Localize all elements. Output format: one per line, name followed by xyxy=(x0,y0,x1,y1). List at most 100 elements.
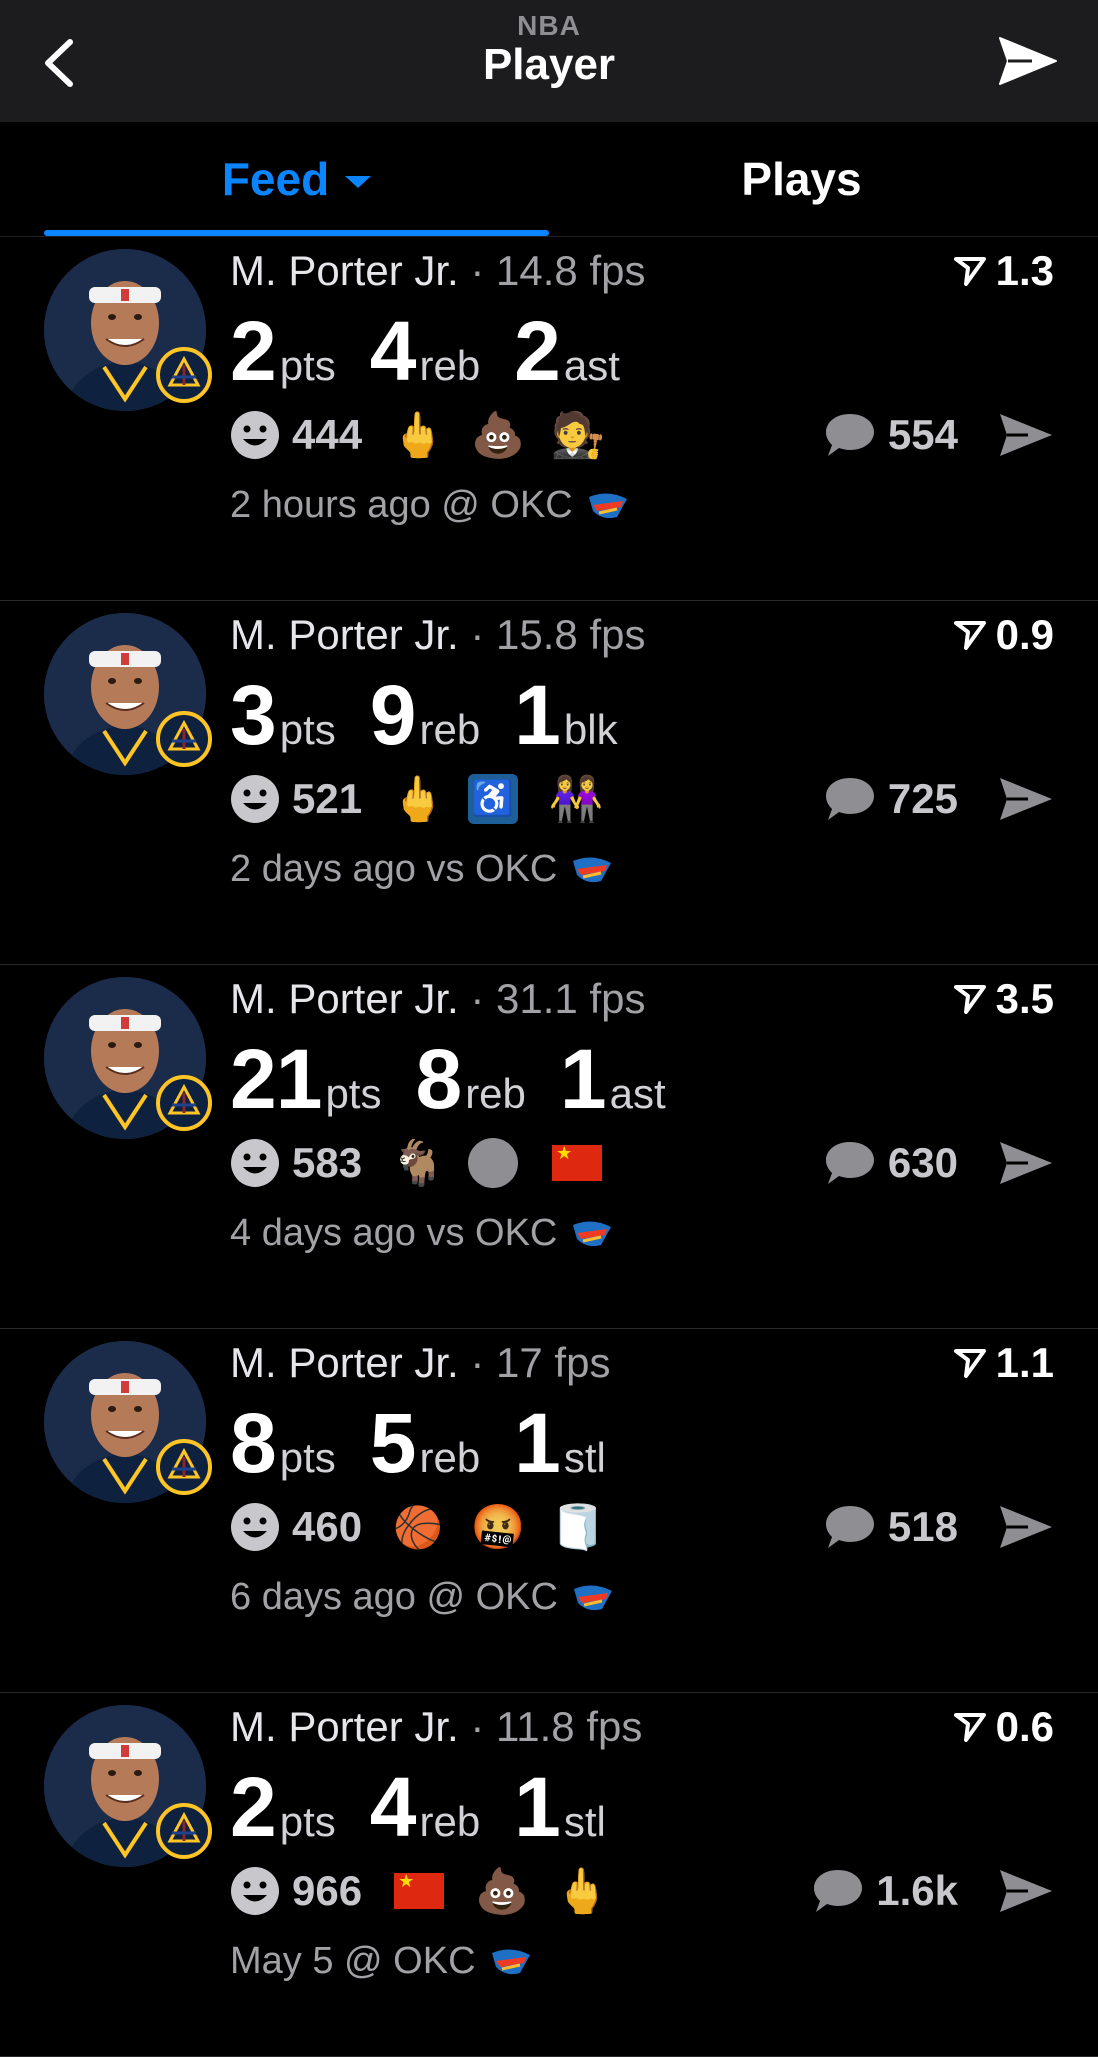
share-send-icon[interactable] xyxy=(998,1502,1054,1552)
basketball-hoop-icon[interactable]: 🏀 xyxy=(388,1504,448,1551)
smiley-reaction-icon[interactable] xyxy=(230,774,280,824)
china-flag-icon[interactable] xyxy=(552,1143,603,1181)
active-tab-indicator xyxy=(44,230,549,236)
feed-post[interactable]: M. Porter Jr. · 31.1 fps 3.5 21 pts 8 reb 1 a… xyxy=(0,965,1098,1329)
feed-post[interactable]: M. Porter Jr. · 17 fps 1.1 8 pts 5 reb 1 stl … xyxy=(0,1329,1098,1693)
player-name[interactable]: M. Porter Jr. xyxy=(230,975,459,1022)
comments-button[interactable]: 518 xyxy=(824,1503,958,1551)
nuggets-team-logo-icon xyxy=(156,1439,212,1495)
feed-list: M. Porter Jr. · 14.8 fps 1.3 2 pts 4 reb 2 as… xyxy=(0,237,1098,2057)
smiley-reaction-icon[interactable] xyxy=(230,1138,280,1188)
comments-button[interactable]: 554 xyxy=(824,411,958,459)
stat-line: 8 pts 5 reb 1 stl xyxy=(230,1395,640,1492)
reaction-emojis: 🏀 🤬 🧻 xyxy=(388,1501,628,1553)
stat-label: pts xyxy=(325,1070,382,1117)
referee-icon[interactable]: 🧑‍⚖️ xyxy=(548,409,608,461)
middle-finger-icon[interactable]: 🖕 xyxy=(388,409,448,461)
stat-label: reb xyxy=(419,1798,481,1845)
player-name[interactable]: M. Porter Jr. xyxy=(230,611,459,658)
tab-feed[interactable]: Feed xyxy=(44,122,549,236)
smiley-reaction-icon[interactable] xyxy=(230,1866,280,1916)
stat-label: pts xyxy=(279,342,336,389)
share-send-icon[interactable] xyxy=(998,1866,1054,1916)
poop-icon[interactable]: 💩 xyxy=(472,1865,532,1917)
player-name[interactable]: M. Porter Jr. xyxy=(230,1339,459,1386)
smiley-reaction-icon[interactable] xyxy=(230,410,280,460)
thunder-team-logo-icon xyxy=(573,1220,612,1246)
vote-arrow-icon xyxy=(953,1349,986,1378)
vote-score[interactable]: 1.1 xyxy=(953,1339,1054,1387)
two-women-icon[interactable]: 👭 xyxy=(546,773,606,825)
reaction-row: 521 🖕 ♿ 👭 725 xyxy=(230,769,1054,829)
comment-bubble-icon xyxy=(825,1142,874,1184)
middle-finger-icon[interactable]: 🖕 xyxy=(552,1865,612,1917)
share-send-icon[interactable] xyxy=(998,1138,1054,1188)
stat-label: reb xyxy=(419,1434,481,1481)
comments-button[interactable]: 1.6k xyxy=(812,1867,958,1915)
player-name[interactable]: M. Porter Jr. xyxy=(230,1703,459,1750)
stat-value: 2 xyxy=(514,304,561,398)
fantasy-points: · 31.1 fps xyxy=(470,975,646,1022)
stat-label: ast xyxy=(609,1070,666,1117)
wheelchair-icon[interactable]: ♿ xyxy=(468,774,519,824)
stat-value: 21 xyxy=(230,1032,322,1126)
thunder-team-logo-icon xyxy=(573,856,612,882)
fantasy-points: · 17 fps xyxy=(470,1339,611,1386)
vote-score[interactable]: 1.3 xyxy=(953,247,1054,295)
stat-value: 9 xyxy=(369,668,417,762)
stat-label: pts xyxy=(279,1434,336,1481)
feed-post[interactable]: M. Porter Jr. · 14.8 fps 1.3 2 pts 4 reb 2 as… xyxy=(0,237,1098,601)
vote-value: 3.5 xyxy=(995,975,1054,1022)
stat-label: stl xyxy=(563,1434,606,1481)
comment-bubble-icon xyxy=(814,1870,863,1912)
post-meta: 2 days ago vs OKC xyxy=(230,848,613,891)
vote-score[interactable]: 0.9 xyxy=(953,611,1054,659)
reaction-count: 583 xyxy=(292,1139,363,1186)
post-meta: 4 days ago vs OKC xyxy=(230,1212,613,1255)
stat-label: reb xyxy=(419,706,481,753)
comments-button[interactable]: 630 xyxy=(824,1139,958,1187)
share-send-icon[interactable] xyxy=(998,774,1054,824)
post-time-opponent: 6 days ago @ OKC xyxy=(230,1576,558,1618)
post-title-line: M. Porter Jr. · 31.1 fps xyxy=(230,975,645,1023)
stat-value: 8 xyxy=(415,1032,462,1126)
vote-value: 0.9 xyxy=(995,611,1054,658)
stat-value: 1 xyxy=(514,668,561,762)
fantasy-points: · 11.8 fps xyxy=(470,1703,643,1750)
stat-value: 2 xyxy=(230,1760,277,1854)
grey-circle-icon[interactable] xyxy=(468,1138,519,1188)
poop-icon[interactable]: 💩 xyxy=(468,409,528,461)
comment-count: 554 xyxy=(887,411,958,458)
reaction-row: 583 🐐 630 xyxy=(230,1133,1054,1193)
caret-down-icon xyxy=(345,176,372,188)
vote-score[interactable]: 0.6 xyxy=(953,1703,1054,1751)
player-name[interactable]: M. Porter Jr. xyxy=(230,247,459,294)
share-send-icon[interactable] xyxy=(998,410,1054,460)
feed-post[interactable]: M. Porter Jr. · 11.8 fps 0.6 2 pts 4 reb 1st… xyxy=(0,1693,1098,2057)
vote-arrow-icon xyxy=(953,257,986,286)
stat-value: 5 xyxy=(369,1396,417,1490)
stat-label: ast xyxy=(563,342,620,389)
tab-plays[interactable]: Plays xyxy=(549,122,1054,236)
goat-icon[interactable]: 🐐 xyxy=(388,1137,448,1189)
toilet-paper-icon[interactable]: 🧻 xyxy=(548,1501,608,1553)
feed-post[interactable]: M. Porter Jr. · 15.8 fps 0.9 3 pts 9 reb 1 bl… xyxy=(0,601,1098,965)
stat-line: 21 pts 8 reb 1 ast xyxy=(230,1031,700,1128)
post-meta: 2 hours ago @ OKC xyxy=(230,484,629,527)
china-flag-icon[interactable] xyxy=(394,1871,445,1909)
smiley-reaction-icon[interactable] xyxy=(230,1502,280,1552)
tab-plays-label: Plays xyxy=(741,153,862,205)
vote-score[interactable]: 3.5 xyxy=(953,975,1054,1023)
comments-button[interactable]: 725 xyxy=(824,775,958,823)
stat-label: reb xyxy=(465,1070,526,1117)
comment-count: 630 xyxy=(887,1139,958,1186)
share-send-icon[interactable] xyxy=(998,34,1058,88)
comment-count: 725 xyxy=(887,775,958,822)
stat-line: 3 pts 9 reb 1 blk xyxy=(230,667,652,764)
reaction-row: 460 🏀 🤬 🧻 518 xyxy=(230,1497,1054,1557)
reaction-count: 460 xyxy=(292,1503,363,1550)
middle-finger-icon[interactable]: 🖕 xyxy=(388,773,448,825)
stat-label: stl xyxy=(563,1798,606,1845)
stat-value: 1 xyxy=(514,1396,561,1490)
cursing-face-icon[interactable]: 🤬 xyxy=(468,1501,528,1553)
